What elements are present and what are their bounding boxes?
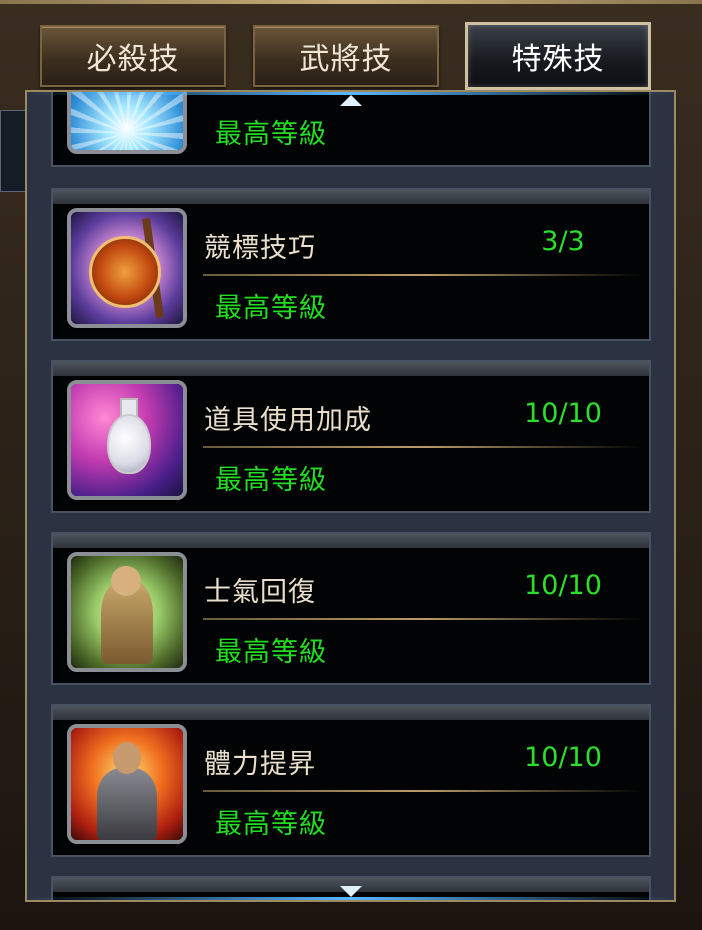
skill-name: 競標技巧 — [204, 233, 316, 264]
window-top-edge — [0, 0, 702, 4]
max-level-label: 最高等級 — [215, 809, 327, 840]
max-level-label: 最高等級 — [215, 465, 327, 496]
tab-general-skill[interactable]: 武將技 — [253, 25, 439, 87]
skill-name: 士氣回復 — [204, 577, 316, 608]
card-divider — [203, 274, 643, 276]
max-level-label: 最高等級 — [215, 293, 327, 324]
skill-level: 10/10 — [524, 398, 602, 429]
armored-soldier-icon — [67, 724, 187, 844]
card-header-bar — [53, 362, 649, 376]
skill-card[interactable]: 體力提昇 10/10 最高等級 — [51, 704, 651, 857]
skill-name: 體力提昇 — [204, 749, 316, 780]
skill-card[interactable]: 競標技巧 3/3 最高等級 — [51, 188, 651, 341]
max-level-label: 最高等級 — [215, 119, 327, 150]
scroll-down-arrow-icon[interactable] — [340, 886, 362, 897]
skill-card[interactable]: 道具使用加成 10/10 最高等級 — [51, 360, 651, 513]
light-burst-icon — [67, 92, 187, 154]
card-header-bar — [53, 190, 649, 204]
skill-list-panel[interactable]: 最高等級 競標技巧 3/3 最高等級 道具使用加成 10/10 最高等級 士氣回… — [25, 90, 676, 902]
potion-bottle-icon — [67, 380, 187, 500]
gong-drum-icon — [67, 208, 187, 328]
skill-name: 道具使用加成 — [204, 405, 372, 436]
scroll-up-arrow-icon[interactable] — [340, 95, 362, 106]
card-header-bar — [53, 534, 649, 548]
card-divider — [203, 790, 643, 792]
warrior-icon — [67, 552, 187, 672]
skill-level: 3/3 — [541, 226, 585, 257]
card-divider — [203, 446, 643, 448]
card-header-bar — [53, 706, 649, 720]
left-side-strip — [0, 110, 26, 192]
skill-level: 10/10 — [524, 570, 602, 601]
tab-special-skill[interactable]: 特殊技 — [465, 22, 651, 90]
skill-card[interactable]: 士氣回復 10/10 最高等級 — [51, 532, 651, 685]
card-divider — [203, 618, 643, 620]
tab-special-attack[interactable]: 必殺技 — [40, 25, 226, 87]
skill-level: 10/10 — [524, 742, 602, 773]
max-level-label: 最高等級 — [215, 637, 327, 668]
scroll-bottom-glow — [27, 897, 674, 900]
